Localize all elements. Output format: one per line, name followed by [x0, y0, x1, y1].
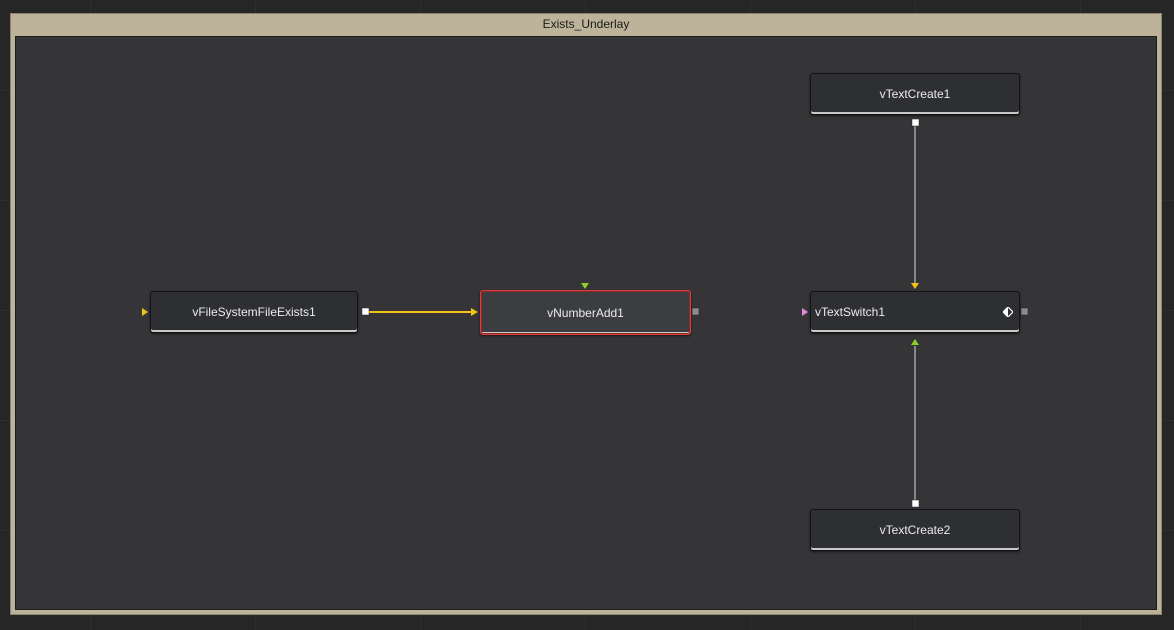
node-number-add-label: vNumberAdd1: [547, 305, 624, 320]
node-text-create1-label: vTextCreate1: [879, 87, 951, 101]
file-exists-output-port[interactable]: [361, 307, 370, 316]
number-add-output-port[interactable]: [691, 307, 700, 316]
node-text-switch-label: vTextSwitch1: [815, 305, 886, 319]
text-create1-output-port[interactable]: [911, 118, 920, 127]
node-number-add[interactable]: vNumberAdd1: [480, 290, 691, 335]
number-add-top-input-port[interactable]: [581, 283, 589, 289]
number-add-input-port[interactable]: [471, 308, 478, 316]
node-text-create2[interactable]: vTextCreate2: [810, 509, 1020, 551]
text-switch-output-port[interactable]: [1020, 307, 1029, 316]
switch-selector-icon[interactable]: [1003, 307, 1013, 317]
node-text-switch[interactable]: vTextSwitch1: [810, 291, 1020, 333]
file-exists-input-port[interactable]: [142, 308, 148, 316]
text-switch-bottom-input-port[interactable]: [911, 339, 919, 345]
text-switch-input-port[interactable]: [802, 308, 808, 316]
text-create2-output-port[interactable]: [911, 499, 920, 508]
node-text-create1[interactable]: vTextCreate1: [810, 73, 1020, 115]
node-file-exists[interactable]: vFileSystemFileExists1: [150, 291, 358, 333]
text-switch-top-input-port[interactable]: [911, 283, 919, 289]
node-text-create2-label: vTextCreate2: [879, 523, 951, 537]
node-file-exists-label: vFileSystemFileExists1: [192, 305, 316, 319]
